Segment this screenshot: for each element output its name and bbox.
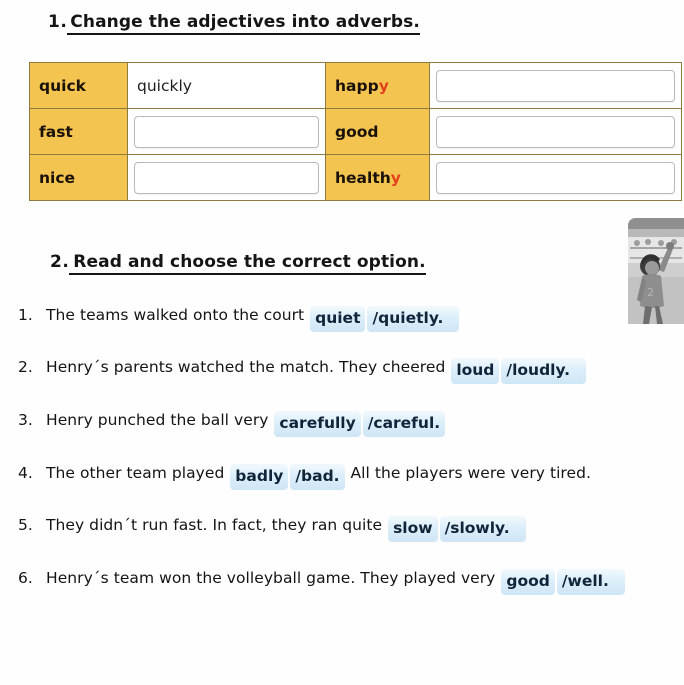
exercise-1-number: 1.: [48, 12, 68, 32]
cheering-spectator-illustration: 2: [628, 218, 684, 324]
item-text-before: They didn´t run fast. In fact, they ran …: [46, 516, 383, 534]
svg-text:2: 2: [647, 286, 654, 299]
answer-cell-good: [429, 108, 682, 155]
worksheet-page: 1. Change the adjectives into adverbs. qu…: [0, 0, 684, 685]
item-text-before: Henry´s parents watched the match. They …: [46, 358, 446, 376]
item-number: 1.: [18, 306, 33, 324]
answer-cell-fast: [127, 108, 326, 155]
option-a-2[interactable]: loud: [451, 358, 500, 384]
item-text-before: The teams walked onto the court: [46, 306, 305, 324]
adjective-cell-fast: fast: [29, 108, 128, 155]
adjective-cell-good: good: [325, 108, 430, 155]
item-number: 5.: [18, 516, 33, 534]
adjective-text: good: [335, 122, 379, 141]
answer-cell-healthy: [429, 154, 682, 201]
exercise-2-number: 2.: [50, 252, 70, 272]
adjective-cell-quick: quick: [29, 62, 128, 109]
option-a-1[interactable]: quiet: [310, 306, 366, 332]
exercise-item-6: 6. Henry´s team won the volleyball game. …: [18, 567, 626, 595]
adjective-text: happ: [335, 76, 379, 95]
item-number: 3.: [18, 411, 33, 429]
option-b-5[interactable]: /slowly.: [439, 516, 526, 542]
answer-text: quickly: [137, 77, 192, 95]
item-text-before: Henry punched the ball very: [46, 411, 269, 429]
answer-input-healthy[interactable]: [436, 161, 675, 194]
item-text-before: Henry´s team won the volleyball game. Th…: [46, 569, 496, 587]
option-b-6[interactable]: /well.: [556, 569, 625, 595]
answer-cell-happy: [429, 62, 682, 109]
exercise-item-2: 2. Henry´s parents watched the match. The…: [18, 356, 587, 384]
exercise-1-title: Change the adjectives into adverbs.: [67, 12, 420, 35]
answer-input-fast[interactable]: [134, 115, 319, 148]
item-number: 6.: [18, 569, 33, 587]
option-a-5[interactable]: slow: [388, 516, 438, 542]
adjective-text: quick: [39, 76, 86, 95]
adjective-cell-nice: nice: [29, 154, 128, 201]
option-b-3[interactable]: /careful.: [362, 411, 446, 437]
adjective-cell-happy: happy: [325, 62, 430, 109]
exercise-2-title: Read and choose the correct option.: [69, 252, 426, 275]
adjective-text: health: [335, 168, 391, 187]
item-number: 2.: [18, 358, 33, 376]
adjective-text: nice: [39, 168, 76, 187]
answer-cell-nice: [127, 154, 326, 201]
option-b-2[interactable]: /loudly.: [501, 358, 587, 384]
item-number: 4.: [18, 464, 33, 482]
option-a-6[interactable]: good: [501, 569, 555, 595]
adjective-suffix: y: [390, 168, 401, 187]
table-row: quick quickly happy: [29, 62, 682, 109]
answer-input-happy[interactable]: [436, 69, 675, 102]
exercise-item-5: 5. They didn´t run fast. In fact, they ra…: [18, 514, 527, 542]
answer-cell-quick: quickly: [127, 62, 326, 109]
exercise-1-heading: 1. Change the adjectives into adverbs.: [48, 12, 420, 35]
exercise-2-heading: 2. Read and choose the correct option.: [50, 252, 426, 275]
answer-input-good[interactable]: [436, 115, 675, 148]
table-row: nice healthy: [29, 154, 682, 201]
item-text-after: All the players were very tired.: [350, 464, 591, 482]
exercise-item-1: 1. The teams walked onto the court quiet /…: [18, 304, 460, 332]
option-b-1[interactable]: /quietly.: [367, 306, 460, 332]
exercise-item-3: 3. Henry punched the ball very carefully /…: [18, 409, 446, 437]
option-a-4[interactable]: badly: [230, 464, 289, 490]
adjective-adverb-table: quick quickly happy fast good nice healt…: [29, 62, 682, 201]
item-text-before: The other team played: [46, 464, 225, 482]
option-b-4[interactable]: /bad.: [290, 464, 345, 490]
table-row: fast good: [29, 108, 682, 155]
exercise-item-4: 4. The other team played badly/bad. All t…: [18, 462, 591, 490]
adjective-suffix: y: [378, 76, 389, 95]
adjective-text: fast: [39, 122, 73, 141]
option-a-3[interactable]: carefully: [274, 411, 361, 437]
answer-input-nice[interactable]: [134, 161, 319, 194]
adjective-cell-healthy: healthy: [325, 154, 430, 201]
